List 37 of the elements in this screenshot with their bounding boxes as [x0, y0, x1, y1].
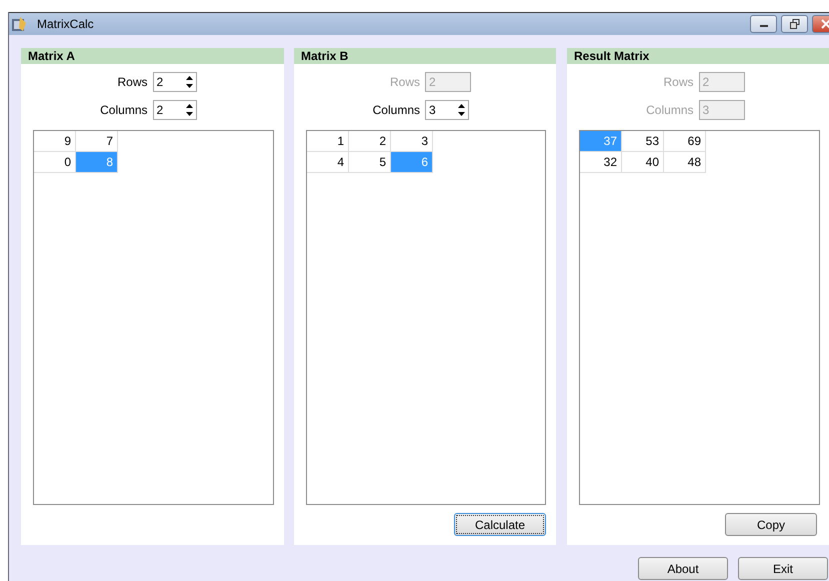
- grid-cell[interactable]: 69: [664, 131, 706, 152]
- field-label: Rows: [390, 75, 420, 89]
- grid-cell[interactable]: 53: [622, 131, 664, 152]
- panel-header: Matrix A: [21, 48, 284, 64]
- grid-cell[interactable]: 2: [349, 131, 391, 152]
- down-arrow-icon: [458, 112, 465, 116]
- window-title: MatrixCalc: [37, 17, 94, 31]
- grid-cell[interactable]: 48: [664, 152, 706, 173]
- field-label: Columns: [100, 103, 148, 117]
- panel-header: Matrix B: [294, 48, 556, 64]
- action-button[interactable]: Calculate: [454, 513, 546, 536]
- up-arrow-icon: [186, 76, 192, 80]
- spinner-field[interactable]: 2: [152, 100, 196, 120]
- grid-cell[interactable]: 1: [307, 131, 349, 152]
- app-icon: [11, 16, 27, 32]
- field-label: Rows: [117, 75, 148, 89]
- panel-header: Result Matrix: [567, 48, 829, 64]
- field-label: Rows: [663, 75, 694, 89]
- field-label: Columns: [372, 103, 420, 117]
- up-arrow-icon: [458, 104, 465, 108]
- field-label: Columns: [646, 103, 694, 117]
- restore-button[interactable]: [781, 15, 808, 33]
- restore-icon: [790, 19, 800, 29]
- grid-cell[interactable]: 9: [34, 131, 76, 152]
- footer-button[interactable]: About: [638, 557, 728, 580]
- grid-cell[interactable]: 32: [580, 152, 622, 173]
- up-arrow-icon: [186, 104, 192, 108]
- down-arrow-icon: [186, 112, 192, 116]
- action-button[interactable]: Copy: [725, 513, 817, 536]
- spinner-field[interactable]: 3: [425, 100, 469, 120]
- footer-button[interactable]: Exit: [738, 557, 828, 580]
- down-arrow-icon: [186, 84, 192, 88]
- spinner-field[interactable]: 2: [152, 72, 196, 92]
- grid-cell[interactable]: 40: [622, 152, 664, 173]
- close-icon: [820, 19, 829, 29]
- grid-cell[interactable]: 4: [307, 152, 349, 173]
- minimize-button[interactable]: [750, 15, 777, 33]
